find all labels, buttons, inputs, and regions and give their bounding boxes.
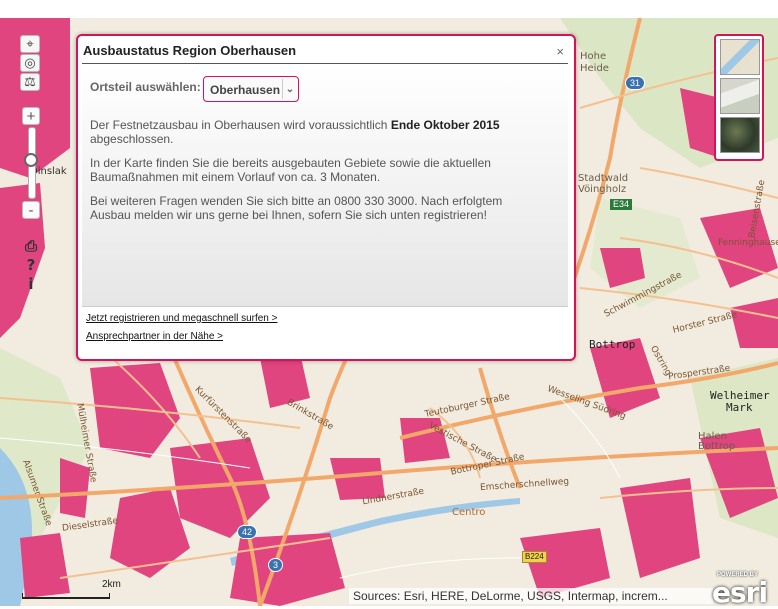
esri-logo[interactable]: POWERED BY esri	[712, 572, 776, 609]
basemap-imagery-thumb[interactable]	[720, 117, 760, 153]
map-toolbar: ⌖ ◎ ⚖	[20, 35, 42, 92]
printer-icon: ⎙	[24, 237, 37, 255]
place-label: Stadtwald	[578, 173, 629, 184]
zoom-thumb[interactable]	[24, 153, 38, 168]
district-label: Ortsteil auswählen:	[90, 80, 201, 94]
zoom-out-button[interactable]: -	[22, 201, 40, 219]
dialog-links: Jetzt registrieren und megaschnell surfe…	[82, 306, 568, 355]
map-info-text: In der Karte finden Sie die bereits ausg…	[90, 156, 491, 184]
ruler-icon: ⚖	[24, 74, 36, 89]
close-icon[interactable]: ×	[556, 44, 564, 59]
help-button[interactable]: ?	[22, 256, 40, 274]
fullextent-button[interactable]: ⌖	[20, 35, 40, 53]
district-select[interactable]: Oberhausen ⌄	[203, 76, 299, 102]
register-link[interactable]: Jetzt registrieren und megaschnell surfe…	[86, 313, 278, 324]
basemap-topo-thumb[interactable]	[720, 78, 760, 114]
attribution[interactable]: Sources: Esri, HERE, DeLorme, USGS, Inte…	[349, 588, 713, 604]
euro-route-shield: E34	[610, 199, 633, 210]
federal-road-shield: B224	[522, 551, 547, 563]
dialog-title: Ausbaustatus Region Oberhausen	[83, 43, 297, 58]
print-button[interactable]: ⎙	[22, 237, 40, 255]
place-label: Hohe	[580, 51, 607, 62]
locate-button[interactable]: ◎	[20, 54, 40, 72]
scale-label: 2km	[102, 579, 121, 590]
basemap-streets-thumb[interactable]	[720, 39, 760, 75]
completion-date: Ende Oktober 2015	[390, 118, 500, 132]
esri-logo-text: esri	[712, 576, 768, 609]
completion-text-post: abgeschlossen.	[90, 132, 174, 146]
place-label: Centro	[452, 507, 486, 518]
district-select-value: Oberhausen	[210, 83, 281, 97]
chevron-down-icon: ⌄	[282, 79, 297, 99]
place-label: Heide	[580, 63, 609, 74]
place-label: Bottrop	[698, 441, 736, 452]
zoom-slider: + -	[22, 107, 42, 219]
dialog-body: Ortsteil auswählen: Oberhausen ⌄ Der Fes…	[82, 64, 568, 306]
basemap-gallery	[714, 34, 764, 161]
place-label: Mark	[726, 401, 753, 414]
completion-text: Der Festnetzausbau in Oberhausen wird vo…	[90, 118, 520, 146]
place-label: Vöingholz	[578, 184, 627, 195]
road-label: Fenninghausen	[718, 238, 778, 248]
highway-shield: 31	[625, 76, 646, 90]
measure-button[interactable]: ⚖	[20, 73, 40, 91]
place-label: Bottrop	[589, 338, 636, 351]
highway-shield: 42	[237, 525, 258, 539]
scale-line	[22, 593, 110, 599]
target-icon: ◎	[24, 55, 36, 70]
map-tools: ⎙ ? i	[22, 237, 42, 294]
zoom-track[interactable]	[24, 127, 38, 199]
dialog-header: Ausbaustatus Region Oberhausen ×	[82, 39, 568, 64]
coverage-dialog: Ausbaustatus Region Oberhausen × Ortstei…	[76, 34, 576, 361]
crosshair-icon: ⌖	[26, 36, 34, 51]
contact-partner-link[interactable]: Ansprechpartner in der Nähe >	[86, 331, 223, 342]
zoom-in-button[interactable]: +	[22, 107, 40, 125]
highway-shield: 3	[268, 558, 284, 572]
info-button[interactable]: i	[22, 275, 40, 293]
completion-text-pre: Der Festnetzausbau in Oberhausen wird vo…	[90, 118, 391, 132]
contact-text: Bei weiteren Fragen wenden Sie sich bitt…	[90, 194, 503, 222]
